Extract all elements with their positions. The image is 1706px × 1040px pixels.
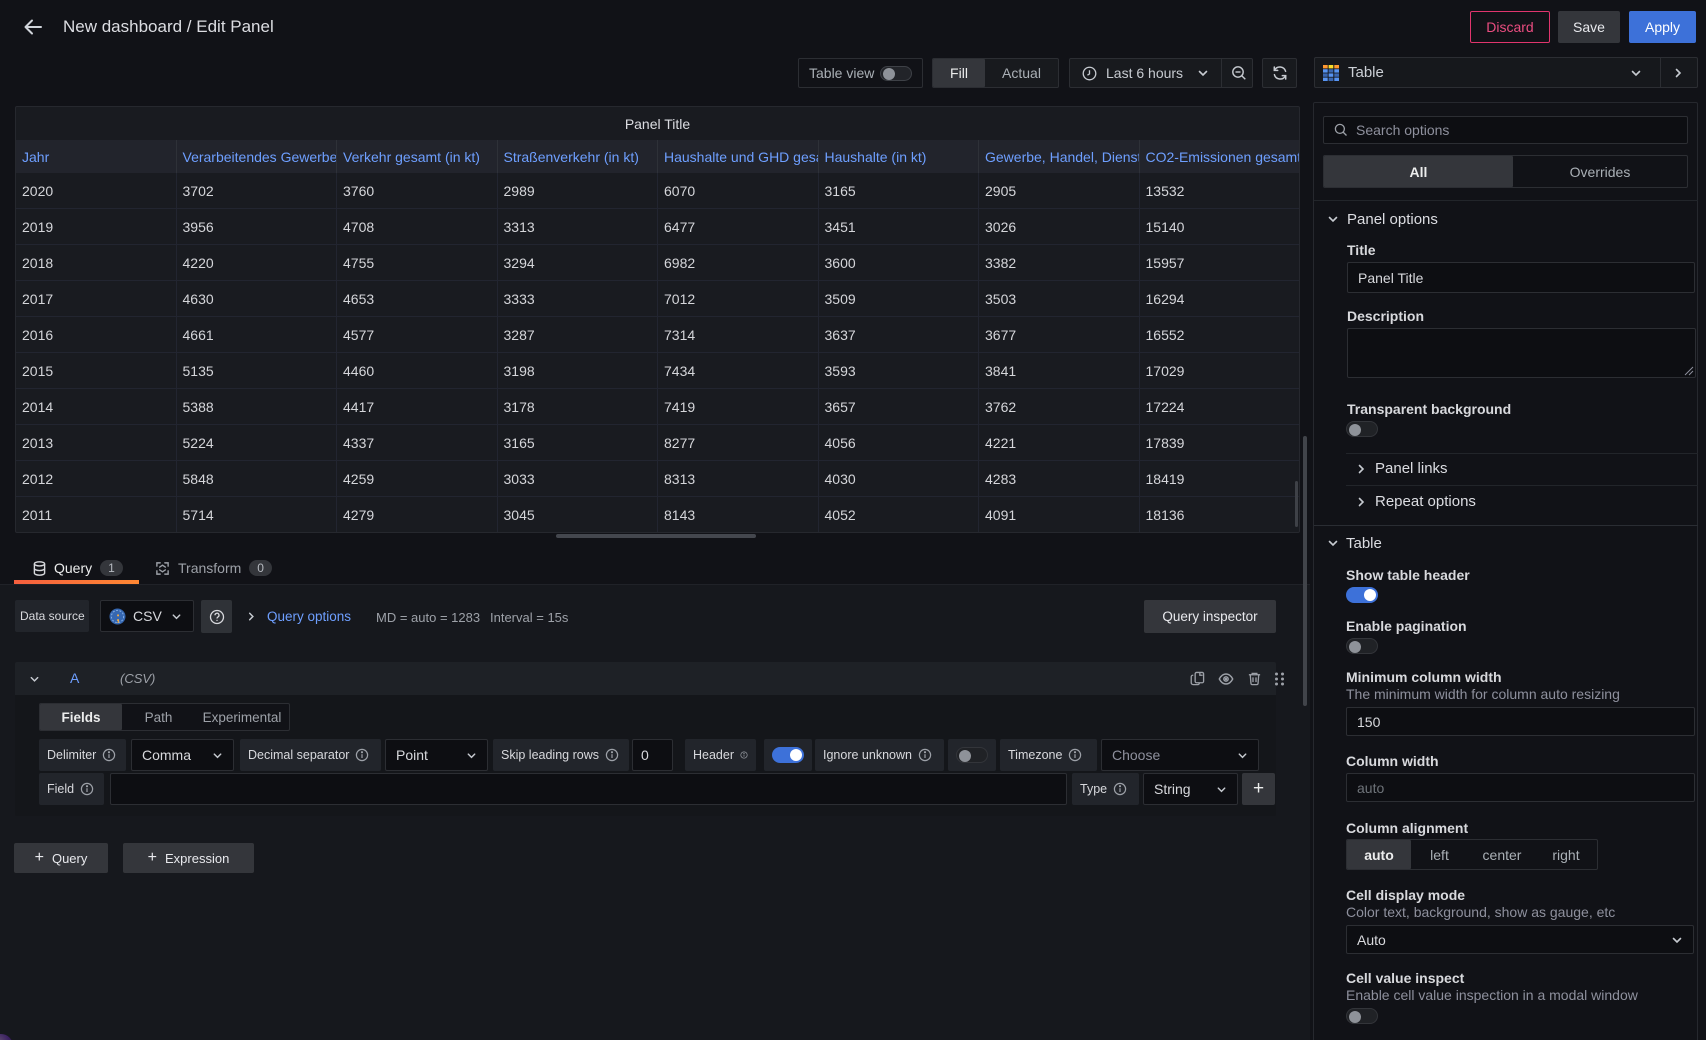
svg-text:;: ; <box>116 608 120 623</box>
